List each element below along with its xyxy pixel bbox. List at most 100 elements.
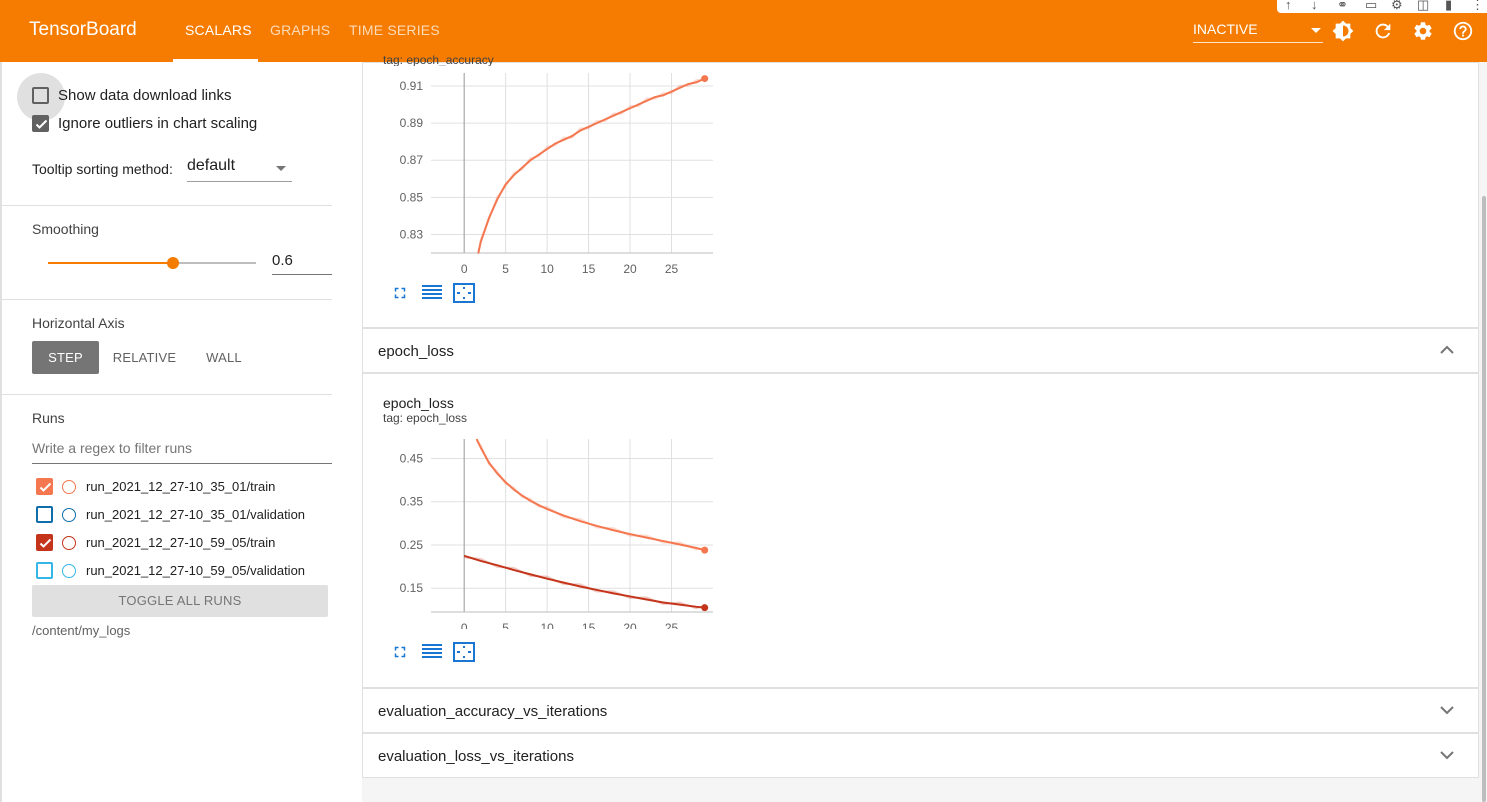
runs-filter-input[interactable]: Write a regex to filter runs [32,440,332,464]
run-checkbox[interactable] [36,562,53,579]
x-tick-label: 20 [623,262,637,276]
tooltip-sorting-label: Tooltip sorting method: [32,161,173,177]
log-directory: /content/my_logs [32,623,131,638]
run-color-icon[interactable] [62,536,76,550]
arrow-down-icon[interactable]: ↓ [1311,0,1318,12]
run-row[interactable]: run_2021_12_27-10_35_01/validation [36,504,336,524]
smoothing-slider[interactable] [48,257,256,269]
series-raw-line [464,556,706,610]
more-vert-icon[interactable]: ⋮ [1471,0,1484,13]
y-tick-label: 0.35 [400,495,424,509]
chevron-down-icon[interactable] [1440,750,1454,760]
series-raw-line [475,439,705,551]
smoothing-slider-fill [48,262,173,264]
series-raw-line [477,79,705,255]
run-label: run_2021_12_27-10_35_01/train [86,479,276,494]
smoothing-input[interactable]: 0.6 [272,252,332,275]
x-tick-label: 25 [665,262,679,276]
toggle-all-runs-button[interactable]: TOGGLE ALL RUNS [32,585,328,617]
theme-toggle-icon[interactable] [1332,20,1354,42]
reload-status-select[interactable]: INACTIVE [1193,19,1323,43]
epoch-loss-chart[interactable]: 0 5 10 15 20 25 0.15 0.25 0.35 0.45 [363,429,743,629]
divider [2,299,332,300]
series-line [475,438,705,552]
divider [2,205,332,206]
mirror-cell-icon[interactable]: ◫ [1417,0,1429,13]
arrow-up-icon[interactable]: ↑ [1285,0,1292,12]
ignore-outliers-checkbox[interactable] [32,115,49,132]
chart-tag: tag: epoch_loss [383,411,468,425]
series-end-point [701,604,709,612]
link-icon[interactable]: ⚭ [1337,0,1348,13]
tab-scalars[interactable]: SCALARS [185,22,252,38]
evaluation-accuracy-header[interactable]: evaluation_accuracy_vs_iterations [362,688,1479,733]
main-content: tag: epoch_accuracy 0 5 10 15 20 25 0.83 0.85 0.… [362,53,1479,802]
evaluation-loss-header[interactable]: evaluation_loss_vs_iterations [362,733,1479,778]
series-line [463,554,705,609]
run-checkbox[interactable] [36,506,53,523]
run-checkbox[interactable] [36,534,53,551]
x-tick-label: 25 [665,621,679,629]
fit-domain-icon[interactable] [453,642,475,662]
fullscreen-icon[interactable] [391,284,409,302]
axis-relative-button[interactable]: RELATIVE [106,341,183,374]
data-table-icon[interactable] [422,643,442,661]
epoch-accuracy-card: tag: epoch_accuracy 0 5 10 15 20 25 0.83 0.85 0.… [362,53,1479,328]
tab-graphs[interactable]: GRAPHS [270,22,330,38]
smoothing-slider-thumb[interactable] [166,257,179,269]
fullscreen-icon[interactable] [391,643,409,661]
x-tick-label: 20 [623,621,637,629]
comment-icon[interactable]: ▭ [1365,0,1377,13]
x-tick-label: 0 [461,262,468,276]
settings-gear-icon[interactable] [1412,20,1434,42]
runs-title: Runs [32,410,65,426]
smoothing-title: Smoothing [32,221,99,237]
chevron-up-icon[interactable] [1440,345,1454,355]
run-color-icon[interactable] [62,564,76,578]
x-tick-label: 10 [540,262,554,276]
download-links-label: Show data download links [58,87,232,104]
section-title: evaluation_loss_vs_iterations [378,748,574,765]
run-row[interactable]: run_2021_12_27-10_35_01/train [36,476,336,496]
run-color-icon[interactable] [62,508,76,522]
help-icon[interactable] [1452,20,1474,42]
main-scrollbar[interactable] [1482,196,1486,802]
notebook-toolbar: ↑ ↓ ⚭ ▭ ⚙ ◫ ▮ ⋮ [1277,0,1487,13]
y-tick-label: 0.89 [400,116,424,130]
trash-icon[interactable]: ▮ [1445,0,1452,13]
caret-down-icon [276,166,286,171]
data-table-icon[interactable] [422,284,442,302]
ignore-outliers-label: Ignore outliers in chart scaling [58,115,258,132]
gear-icon[interactable]: ⚙ [1391,0,1403,13]
brand-title: TensorBoard [29,19,137,40]
epoch-accuracy-chart[interactable]: 0 5 10 15 20 25 0.83 0.85 0.87 0.89 0.91 [363,73,743,293]
download-links-checkbox[interactable] [32,87,49,104]
run-row[interactable]: run_2021_12_27-10_59_05/train [36,532,336,552]
chevron-down-icon[interactable] [1440,705,1454,715]
check-icon [35,119,48,129]
run-row[interactable]: run_2021_12_27-10_59_05/validation [36,560,336,580]
fit-domain-icon[interactable] [453,283,475,303]
series-end-point [701,75,709,83]
series-end-point [701,546,709,554]
caret-down-icon [1311,28,1321,33]
series-line [477,77,706,254]
reload-icon[interactable] [1372,20,1394,42]
y-tick-label: 0.83 [400,227,424,241]
run-label: run_2021_12_27-10_59_05/train [86,535,276,550]
tooltip-sorting-select[interactable]: default [187,155,292,182]
y-tick-label: 0.91 [400,79,424,93]
epoch-loss-header[interactable]: epoch_loss [362,328,1479,373]
chart-title: epoch_loss [383,395,454,411]
reload-status-value: INACTIVE [1193,21,1258,37]
tooltip-sorting-value: default [187,157,236,174]
run-color-icon[interactable] [62,480,76,494]
axis-wall-button[interactable]: WALL [196,341,252,374]
y-tick-label: 0.85 [400,190,424,204]
run-checkbox[interactable] [36,478,53,495]
y-tick-label: 0.45 [400,451,424,465]
tab-time-series[interactable]: TIME SERIES [349,22,440,38]
x-tick-label: 5 [502,262,509,276]
check-icon [39,538,52,548]
axis-step-button[interactable]: STEP [32,341,99,374]
